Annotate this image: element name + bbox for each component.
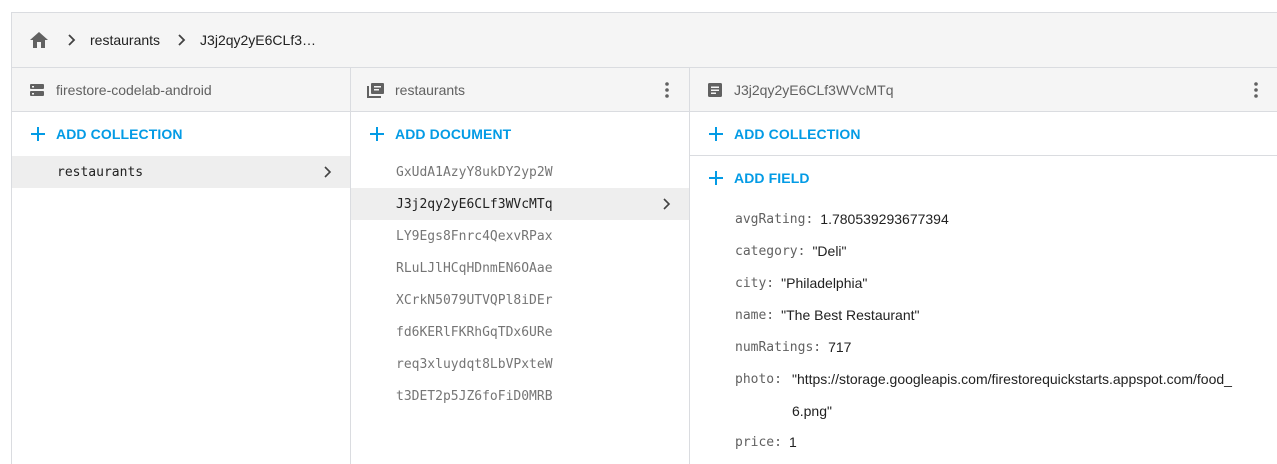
add-collection-button[interactable]: ADD COLLECTION [12, 112, 350, 156]
collection-item-restaurants[interactable]: restaurants [12, 156, 350, 188]
field-key: numRatings: [735, 340, 822, 355]
field-key: avgRating: [735, 212, 814, 227]
field-row[interactable]: avgRating: 1.780539293677394 [690, 204, 1277, 236]
document-item[interactable]: t3DET2p5JZ6foFiD0MRB [351, 380, 689, 412]
more-vert-icon[interactable] [657, 80, 677, 100]
document-id: t3DET2p5JZ6foFiD0MRB [396, 388, 553, 404]
field-key: photo: [735, 372, 782, 387]
add-field-button[interactable]: ADD FIELD [690, 156, 1277, 200]
add-subcollection-button[interactable]: ADD COLLECTION [690, 112, 1277, 156]
document-icon [706, 81, 724, 99]
document-id: GxUdA1AzyY8ukDY2yp2W [396, 164, 553, 180]
chevron-right-icon [62, 30, 82, 50]
field-row[interactable]: photo: "https://storage.googleapis.com/f… [690, 364, 1277, 427]
collection-panel-header: restaurants [351, 68, 689, 112]
collection-title: restaurants [395, 81, 466, 98]
document-id: J3j2qy2yE6CLf3WVcMTq [396, 196, 553, 212]
document-id: RLuLJlHCqHDnmEN6OAae [396, 260, 553, 276]
document-item[interactable]: fd6KERlFKRhGqTDx6URe [351, 316, 689, 348]
field-key: price: [735, 435, 782, 450]
breadcrumb: restaurants J3j2qy2yE6CLf3… [12, 13, 1277, 68]
document-id: XCrkN5079UTVQPl8iDEr [396, 292, 553, 308]
field-key: category: [735, 244, 806, 259]
document-item-selected[interactable]: J3j2qy2yE6CLf3WVcMTq [351, 188, 689, 220]
breadcrumb-item-collection[interactable]: restaurants [90, 32, 160, 48]
firestore-data-viewer: restaurants J3j2qy2yE6CLf3… firestore-co… [11, 12, 1277, 464]
collection-panel: restaurants ADD DOCUMENT GxUdA1AzyY8ukDY… [351, 68, 690, 464]
field-key: city: [735, 276, 775, 291]
field-row[interactable]: name: "The Best Restaurant" [690, 300, 1277, 332]
project-panel: firestore-codelab-android ADD COLLECTION… [12, 68, 351, 464]
chevron-right-icon [172, 30, 192, 50]
document-item[interactable]: RLuLJlHCqHDnmEN6OAae [351, 252, 689, 284]
field-row[interactable]: price: 1 [690, 427, 1277, 459]
field-list: avgRating: 1.780539293677394 category: "… [690, 200, 1277, 459]
project-title: firestore-codelab-android [56, 81, 212, 98]
plus-icon [706, 168, 726, 188]
collection-icon [367, 81, 385, 99]
plus-icon [28, 124, 48, 144]
document-panel-header: J3j2qy2yE6CLf3WVcMTq [690, 68, 1277, 112]
field-row[interactable]: city: "Philadelphia" [690, 268, 1277, 300]
field-row[interactable]: category: "Deli" [690, 236, 1277, 268]
home-icon[interactable] [28, 29, 50, 51]
document-id: LY9Egs8Fnrc4QexvRPax [396, 228, 553, 244]
database-icon [28, 81, 46, 99]
chevron-right-icon [318, 162, 338, 182]
add-field-label: ADD FIELD [734, 170, 810, 186]
document-item[interactable]: GxUdA1AzyY8ukDY2yp2W [351, 156, 689, 188]
add-document-label: ADD DOCUMENT [395, 126, 512, 142]
field-key: name: [735, 308, 775, 323]
document-item[interactable]: LY9Egs8Fnrc4QexvRPax [351, 220, 689, 252]
plus-icon [367, 124, 387, 144]
add-document-button[interactable]: ADD DOCUMENT [351, 112, 689, 156]
field-value: 1 [788, 434, 797, 450]
document-panel: J3j2qy2yE6CLf3WVcMTq ADD COLLECTION ADD … [690, 68, 1277, 464]
document-id: fd6KERlFKRhGqTDx6URe [396, 324, 553, 340]
add-subcollection-label: ADD COLLECTION [734, 125, 861, 142]
document-id: req3xluydqt8LbVPxteW [396, 356, 553, 372]
document-item[interactable]: XCrkN5079UTVQPl8iDEr [351, 284, 689, 316]
document-item[interactable]: req3xluydqt8LbVPxteW [351, 348, 689, 380]
project-panel-header: firestore-codelab-android [12, 68, 350, 112]
plus-icon [706, 124, 726, 144]
breadcrumb-item-document[interactable]: J3j2qy2yE6CLf3… [200, 32, 316, 48]
chevron-right-icon [657, 194, 677, 214]
field-value: "https://storage.googleapis.com/firestor… [791, 371, 1232, 419]
add-collection-label: ADD COLLECTION [56, 126, 183, 142]
document-title: J3j2qy2yE6CLf3WVcMTq [734, 81, 894, 98]
more-vert-icon[interactable] [1246, 80, 1266, 100]
list-item-label: restaurants [57, 164, 144, 180]
